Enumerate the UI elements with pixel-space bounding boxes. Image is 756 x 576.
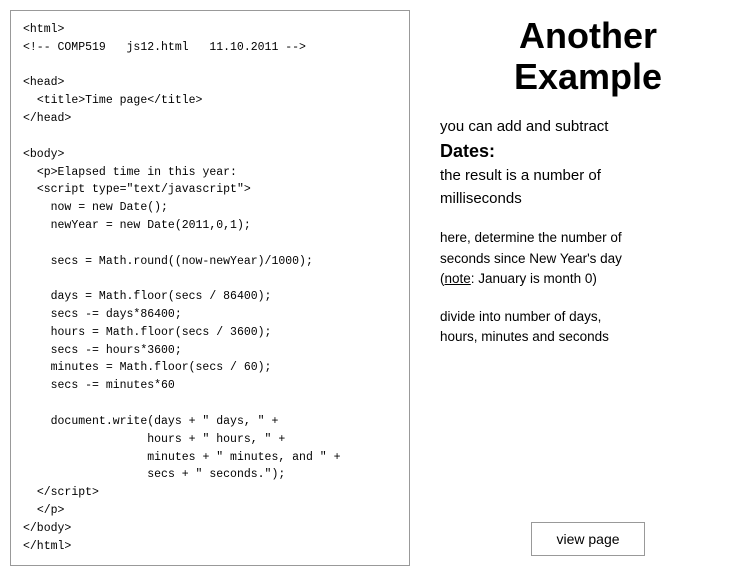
secs-minutes: secs -= minutes*60 bbox=[51, 379, 175, 392]
head-close: </head> bbox=[23, 112, 71, 125]
divide-line2: hours, minutes and seconds bbox=[440, 329, 609, 344]
code-block: <html> <!-- COMP519 js12.html 11.10.2011… bbox=[10, 10, 410, 566]
divide-block: divide into number of days, hours, minut… bbox=[440, 307, 609, 348]
p-close: </p> bbox=[37, 504, 65, 517]
newyear-line: newYear = new Date(2011,0,1); bbox=[51, 219, 251, 232]
write-line2: hours + " hours, " + bbox=[147, 433, 285, 446]
comment: <!-- COMP519 js12.html 11.10.2011 --> bbox=[23, 41, 306, 54]
script-tag: <script type="text/javascript"> bbox=[37, 183, 251, 196]
now-line: now = new Date(); bbox=[51, 201, 168, 214]
right-panel: AnotherExample you can add and subtract … bbox=[420, 0, 756, 576]
left-panel: <html> <!-- COMP519 js12.html 11.10.2011… bbox=[0, 0, 420, 576]
page-title: AnotherExample bbox=[440, 15, 736, 98]
info-note: note bbox=[445, 271, 471, 286]
info-line1: here, determine the number of bbox=[440, 230, 622, 245]
subtitle-line1: you can add and subtract bbox=[440, 118, 608, 135]
info-block: here, determine the number of seconds si… bbox=[440, 228, 622, 289]
html-close: </html> bbox=[23, 540, 71, 553]
html-open: <html> bbox=[23, 23, 64, 36]
p-tag: <p>Elapsed time in this year: bbox=[37, 166, 237, 179]
secs-line: secs = Math.round((now-newYear)/1000); bbox=[51, 255, 313, 268]
subtitle-block: you can add and subtract Dates: the resu… bbox=[440, 116, 608, 211]
write-line4: secs + " seconds."); bbox=[147, 468, 285, 481]
title-tag: <title>Time page</title> bbox=[37, 94, 203, 107]
divide-line1: divide into number of days, bbox=[440, 309, 601, 324]
info-note-text: : January is month 0) bbox=[471, 271, 597, 286]
script-close: </script> bbox=[37, 486, 99, 499]
hours-line: hours = Math.floor(secs / 3600); bbox=[51, 326, 272, 339]
view-page-button[interactable]: view page bbox=[531, 522, 644, 556]
body-open: <body> bbox=[23, 148, 64, 161]
write-line1: document.write(days + " days, " + bbox=[51, 415, 279, 428]
head-open: <head> bbox=[23, 76, 64, 89]
subtitle-line3: milliseconds bbox=[440, 190, 522, 207]
subtitle-dates: Dates: bbox=[440, 141, 495, 161]
days-line: days = Math.floor(secs / 86400); bbox=[51, 290, 272, 303]
subtitle-line2: the result is a number of bbox=[440, 167, 601, 184]
minutes-line: minutes = Math.floor(secs / 60); bbox=[51, 361, 272, 374]
write-line3: minutes + " minutes, and " + bbox=[147, 451, 340, 464]
body-close: </body> bbox=[23, 522, 71, 535]
secs-days: secs -= days*86400; bbox=[51, 308, 182, 321]
secs-hours: secs -= hours*3600; bbox=[51, 344, 182, 357]
info-line2: seconds since New Year's day bbox=[440, 251, 622, 266]
